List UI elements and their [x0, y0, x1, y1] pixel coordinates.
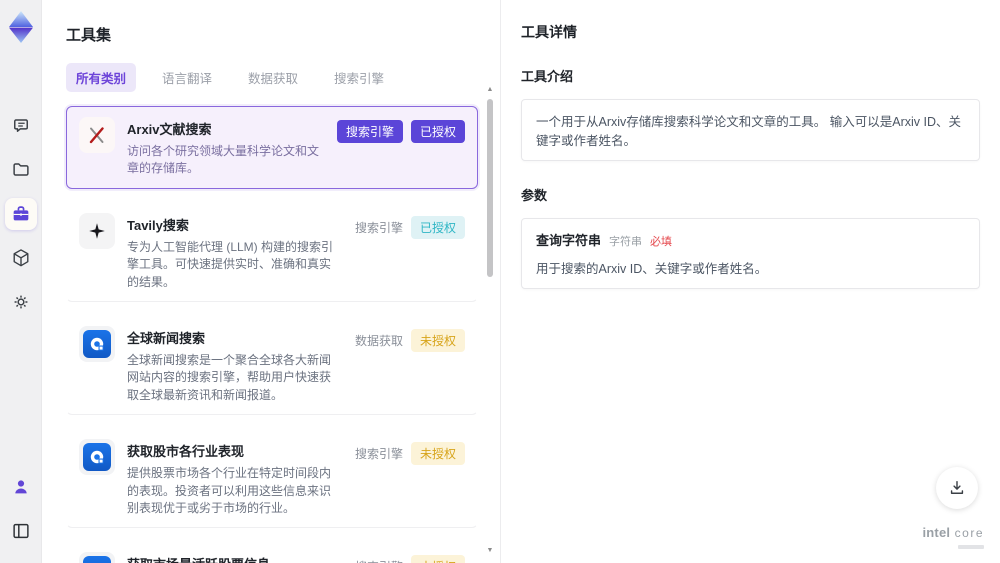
tool-intro-text: 一个用于从Arxiv存储库搜索科学论文和文章的工具。 输入可以是Arxiv ID…	[536, 115, 962, 148]
param-description: 用于搜索的Arxiv ID、关键字或作者姓名。	[536, 262, 768, 276]
tool-name: 全球新闻搜索	[127, 330, 206, 346]
sidebar-item-tools[interactable]	[4, 198, 37, 230]
tool-card-tavily[interactable]: Tavily搜索 专为人工智能代理 (LLM) 构建的搜索引擎工具。可快速提供实…	[66, 201, 478, 302]
panel-layout-icon	[10, 520, 32, 542]
scroll-up-arrow[interactable]: ▲	[485, 86, 495, 94]
tab-search-engine[interactable]: 搜索引擎	[324, 63, 394, 92]
scrollbar-thumb[interactable]	[487, 99, 493, 277]
tool-name: 获取股市各行业表现	[127, 444, 245, 460]
param-name: 查询字符串	[536, 233, 602, 248]
sidebar-item-plugins[interactable]	[5, 242, 37, 274]
blue-app-icon	[79, 325, 115, 362]
cube-icon	[10, 247, 32, 269]
brand-core: core	[954, 526, 984, 541]
tab-data-fetch[interactable]: 数据获取	[238, 63, 308, 92]
sidebar-item-files[interactable]	[5, 154, 37, 186]
category-badge: 数据获取	[354, 333, 403, 348]
auth-status-badge: 已授权	[410, 215, 465, 239]
app-logo	[6, 10, 36, 44]
tool-card-stock-sectors[interactable]: 获取股市各行业表现 提供股票市场各个行业在特定时间段内的表现。投资者可以利用这些…	[66, 428, 478, 529]
tool-description: 专为人工智能代理 (LLM) 构建的搜索引擎工具。可快速提供实时、准确和真实的结…	[127, 239, 334, 289]
details-title: 工具详情	[521, 24, 577, 40]
category-badge: 搜索引擎	[354, 447, 403, 462]
param-required-flag: 必填	[650, 236, 673, 248]
blue-app-icon	[79, 552, 115, 563]
brand-intel: intel	[922, 525, 951, 541]
auth-status-badge: 未授权	[410, 555, 465, 563]
tavily-star-icon	[79, 212, 115, 249]
diamond-gem-icon	[8, 11, 33, 43]
arxiv-x-icon	[79, 117, 115, 153]
tool-description: 访问各个研究领域大量科学论文和文章的存储库。	[127, 144, 320, 176]
download-icon	[947, 478, 967, 498]
tab-translation[interactable]: 语言翻译	[152, 63, 222, 92]
auth-status-badge: 未授权	[410, 328, 465, 352]
param-box: 查询字符串 字符串 必填 用于搜索的Arxiv ID、关键字或作者姓名。	[521, 218, 980, 289]
params-heading: 参数	[521, 188, 548, 203]
blue-app-icon	[79, 439, 115, 476]
tool-name: Tavily搜索	[127, 217, 189, 233]
folder-icon	[10, 159, 32, 181]
sidebar-item-chat[interactable]	[5, 110, 37, 142]
sidebar-item-settings[interactable]	[5, 286, 37, 318]
tools-panel: 工具集 所有类别 语言翻译 数据获取 搜索引擎 Arxiv文献搜索 访问各个研究…	[42, 0, 500, 563]
brand-underline	[958, 545, 984, 549]
scroll-down-arrow[interactable]: ▼	[485, 547, 495, 555]
tab-all-categories[interactable]: 所有类别	[66, 63, 137, 92]
tool-card-global-news[interactable]: 全球新闻搜索 全球新闻搜索是一个聚合全球各大新闻网站内容的搜索引擎，帮助用户快速…	[66, 314, 478, 416]
category-tabs: 所有类别 语言翻译 数据获取 搜索引擎	[66, 63, 476, 92]
sidebar-item-collapse[interactable]	[5, 515, 37, 547]
auth-status-badge: 未授权	[410, 442, 465, 466]
auth-status-badge: 已授权	[410, 120, 465, 143]
category-badge: 搜索引擎	[336, 120, 403, 143]
tool-details-panel: 工具详情 工具介绍 一个用于从Arxiv存储库搜索科学论文和文章的工具。 输入可…	[500, 0, 1000, 563]
briefcase-icon	[10, 203, 32, 225]
tool-card-arxiv[interactable]: Arxiv文献搜索 访问各个研究领域大量科学论文和文章的存储库。 搜索引擎 已授…	[66, 106, 478, 189]
user-avatar-icon	[10, 476, 32, 498]
page-title: 工具集	[66, 27, 112, 44]
sidebar-item-account[interactable]	[5, 471, 37, 503]
category-badge: 搜索引擎	[354, 220, 403, 235]
download-button[interactable]	[936, 467, 978, 509]
tool-description: 提供股票市场各个行业在特定时间段内的表现。投资者可以利用这些信息来识别表现优于或…	[127, 466, 332, 515]
tool-description: 全球新闻搜索是一个聚合全球各大新闻网站内容的搜索引擎，帮助用户快速获取全球最新资…	[127, 352, 332, 402]
tool-name: Arxiv文献搜索	[127, 122, 212, 137]
tool-list-scrollbar[interactable]: ▲ ▼	[485, 86, 495, 555]
param-type: 字符串	[609, 236, 643, 248]
icon-rail	[0, 0, 42, 563]
chat-icon	[10, 115, 32, 137]
tool-list: Arxiv文献搜索 访问各个研究领域大量科学论文和文章的存储库。 搜索引擎 已授…	[66, 106, 478, 563]
intel-core-logo: intel core	[922, 524, 984, 549]
tool-card-active-stocks[interactable]: 获取市场最活跃股票信息 提供当天交易量最高的股票列表，投资者可以利用这些信息来识…	[66, 541, 478, 563]
category-badge: 搜索引擎	[355, 555, 403, 563]
tool-intro-box: 一个用于从Arxiv存储库搜索科学论文和文章的工具。 输入可以是Arxiv ID…	[521, 99, 980, 161]
gear-icon	[10, 291, 32, 313]
tool-name: 获取市场最活跃股票信息	[127, 554, 343, 563]
intro-heading: 工具介绍	[521, 69, 574, 84]
